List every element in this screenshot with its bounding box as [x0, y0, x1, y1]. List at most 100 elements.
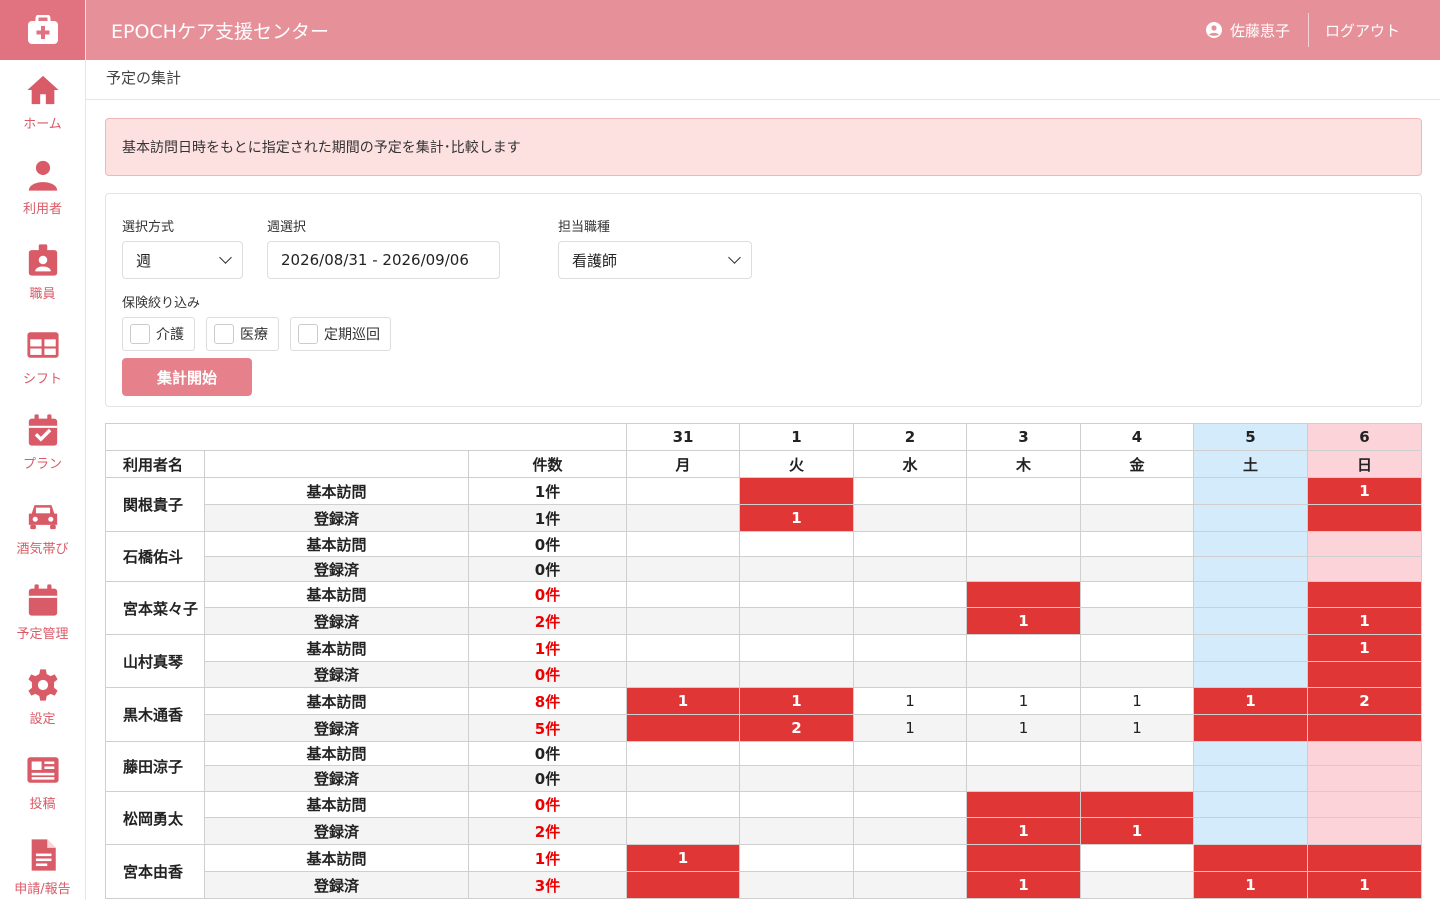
- client-name[interactable]: 関根貴子: [105, 477, 205, 532]
- day-cell[interactable]: 1: [626, 844, 741, 872]
- app-logo[interactable]: [0, 0, 85, 60]
- day-cell[interactable]: [739, 661, 855, 688]
- sidebar-item-5[interactable]: 酒気帯び: [0, 485, 85, 570]
- day-cell[interactable]: [853, 791, 968, 818]
- day-cell[interactable]: [966, 556, 1082, 582]
- client-name[interactable]: 宮本由香: [105, 844, 205, 899]
- day-cell[interactable]: [1193, 791, 1309, 818]
- day-cell[interactable]: [853, 871, 968, 899]
- client-name[interactable]: 黒木通香: [105, 687, 205, 742]
- day-cell[interactable]: [1080, 765, 1195, 792]
- day-cell[interactable]: [1193, 556, 1309, 582]
- client-name[interactable]: 松岡勇太: [105, 791, 205, 845]
- day-cell[interactable]: [1193, 607, 1309, 635]
- day-cell[interactable]: [739, 817, 855, 845]
- day-cell[interactable]: [1193, 844, 1309, 872]
- day-cell[interactable]: [966, 504, 1082, 532]
- day-cell[interactable]: [626, 765, 741, 792]
- day-cell[interactable]: 2: [739, 714, 855, 742]
- day-cell[interactable]: [1193, 817, 1309, 845]
- day-cell[interactable]: [626, 504, 741, 532]
- day-cell[interactable]: 1: [1307, 477, 1423, 505]
- day-cell[interactable]: [853, 844, 968, 872]
- day-cell[interactable]: [626, 741, 741, 766]
- checkbox[interactable]: [130, 324, 150, 344]
- day-cell[interactable]: 1: [966, 714, 1082, 742]
- day-cell[interactable]: [626, 661, 741, 688]
- day-cell[interactable]: [1307, 791, 1423, 818]
- day-cell[interactable]: [853, 531, 968, 557]
- day-cell[interactable]: 1: [966, 687, 1082, 715]
- day-cell[interactable]: [626, 556, 741, 582]
- day-cell[interactable]: [966, 634, 1082, 662]
- day-cell[interactable]: 1: [1193, 871, 1309, 899]
- day-cell[interactable]: [1080, 477, 1195, 505]
- day-cell[interactable]: [739, 556, 855, 582]
- day-cell[interactable]: [626, 531, 741, 557]
- day-cell[interactable]: [853, 556, 968, 582]
- day-cell[interactable]: [1193, 504, 1309, 532]
- day-cell[interactable]: 1: [1307, 634, 1423, 662]
- sidebar-item-2[interactable]: 職員: [0, 230, 85, 315]
- sidebar-item-0[interactable]: ホーム: [0, 60, 85, 145]
- day-cell[interactable]: [1080, 791, 1195, 818]
- day-cell[interactable]: [966, 661, 1082, 688]
- day-cell[interactable]: [626, 634, 741, 662]
- day-cell[interactable]: [739, 581, 855, 608]
- day-cell[interactable]: 1: [626, 687, 741, 715]
- day-cell[interactable]: [1307, 581, 1423, 608]
- check-teiki[interactable]: 定期巡回: [290, 317, 391, 351]
- day-cell[interactable]: [966, 477, 1082, 505]
- day-cell[interactable]: 1: [853, 687, 968, 715]
- day-cell[interactable]: [1307, 504, 1423, 532]
- day-cell[interactable]: [1080, 607, 1195, 635]
- day-cell[interactable]: [853, 504, 968, 532]
- day-cell[interactable]: [739, 791, 855, 818]
- day-cell[interactable]: 1: [1307, 607, 1423, 635]
- day-cell[interactable]: [1193, 765, 1309, 792]
- day-cell[interactable]: [1080, 661, 1195, 688]
- day-cell[interactable]: [626, 817, 741, 845]
- day-cell[interactable]: [1080, 871, 1195, 899]
- sidebar-item-3[interactable]: シフト: [0, 315, 85, 400]
- user-menu[interactable]: 佐藤恵子: [1205, 20, 1308, 41]
- day-cell[interactable]: [626, 607, 741, 635]
- day-cell[interactable]: [853, 581, 968, 608]
- role-select[interactable]: 看護師: [558, 241, 752, 279]
- day-cell[interactable]: [739, 741, 855, 766]
- check-iryo[interactable]: 医療: [206, 317, 279, 351]
- day-cell[interactable]: [1307, 817, 1423, 845]
- day-cell[interactable]: 1: [1080, 687, 1195, 715]
- day-cell[interactable]: [1307, 714, 1423, 742]
- day-cell[interactable]: [1307, 661, 1423, 688]
- day-cell[interactable]: [853, 661, 968, 688]
- day-cell[interactable]: [1193, 741, 1309, 766]
- day-cell[interactable]: [739, 477, 855, 505]
- day-cell[interactable]: 1: [966, 871, 1082, 899]
- day-cell[interactable]: [626, 477, 741, 505]
- day-cell[interactable]: [626, 871, 741, 899]
- day-cell[interactable]: [966, 741, 1082, 766]
- sidebar-item-8[interactable]: 投稿: [0, 740, 85, 825]
- day-cell[interactable]: [853, 607, 968, 635]
- week-range-input[interactable]: 2026/08/31 - 2026/09/06: [267, 241, 500, 279]
- day-cell[interactable]: 1: [739, 687, 855, 715]
- day-cell[interactable]: [1307, 531, 1423, 557]
- day-cell[interactable]: [739, 844, 855, 872]
- day-cell[interactable]: [1080, 844, 1195, 872]
- day-cell[interactable]: [966, 844, 1082, 872]
- day-cell[interactable]: 1: [1080, 714, 1195, 742]
- day-cell[interactable]: [1307, 741, 1423, 766]
- day-cell[interactable]: [1307, 844, 1423, 872]
- day-cell[interactable]: [853, 817, 968, 845]
- day-cell[interactable]: 1: [966, 817, 1082, 845]
- client-name[interactable]: 藤田涼子: [105, 741, 205, 792]
- day-cell[interactable]: 1: [966, 607, 1082, 635]
- day-cell[interactable]: [1193, 661, 1309, 688]
- day-cell[interactable]: [1307, 556, 1423, 582]
- logout-link[interactable]: ログアウト: [1325, 20, 1400, 41]
- day-cell[interactable]: [1193, 714, 1309, 742]
- checkbox[interactable]: [214, 324, 234, 344]
- sidebar-item-7[interactable]: 設定: [0, 655, 85, 740]
- method-select[interactable]: 週: [122, 241, 243, 279]
